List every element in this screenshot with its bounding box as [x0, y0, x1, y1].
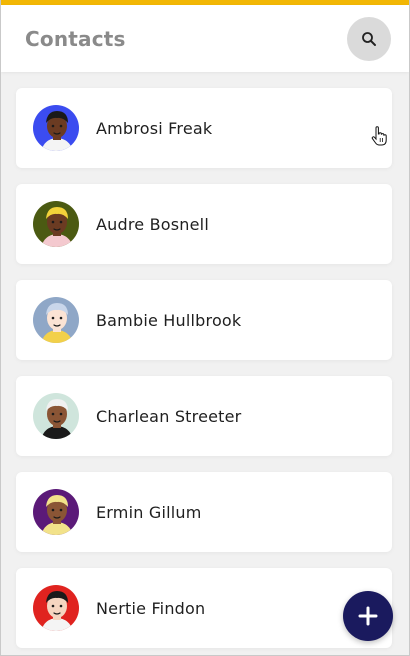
contact-name: Charlean Streeter	[96, 406, 242, 426]
contact-avatar	[32, 584, 80, 632]
contact-avatar	[32, 392, 80, 440]
search-button[interactable]	[347, 16, 391, 61]
contact-avatar	[32, 104, 80, 152]
contact-name: Bambie Hullbrook	[96, 310, 242, 330]
contact-name: Ambrosi Freak	[96, 118, 213, 138]
contacts-app: Contacts Ambrosi Freak Audre Bosnell Bambi…	[0, 0, 410, 656]
contact-card[interactable]: Nertie Findon	[16, 568, 392, 648]
app-header: Contacts	[1, 5, 409, 72]
contact-card[interactable]: Charlean Streeter	[16, 376, 392, 456]
contact-card[interactable]: Ermin Gillum	[16, 472, 392, 552]
contact-card[interactable]: Audre Bosnell	[16, 184, 392, 264]
contact-card[interactable]: Bambie Hullbrook	[16, 280, 392, 360]
contact-name: Audre Bosnell	[96, 214, 209, 234]
hand-pointer-cursor-icon	[371, 126, 387, 150]
search-icon	[362, 31, 376, 46]
contact-card[interactable]: Ambrosi Freak	[16, 88, 392, 168]
contact-avatar	[32, 200, 80, 248]
contact-name: Ermin Gillum	[96, 502, 202, 522]
contact-name: Nertie Findon	[96, 598, 206, 618]
contact-avatar	[32, 488, 80, 536]
contact-list: Ambrosi Freak Audre Bosnell Bambie Hullbro…	[1, 72, 409, 648]
plus-icon	[358, 606, 378, 626]
add-contact-button[interactable]	[343, 591, 393, 641]
page-title: Contacts	[25, 26, 126, 51]
contact-avatar	[32, 296, 80, 344]
